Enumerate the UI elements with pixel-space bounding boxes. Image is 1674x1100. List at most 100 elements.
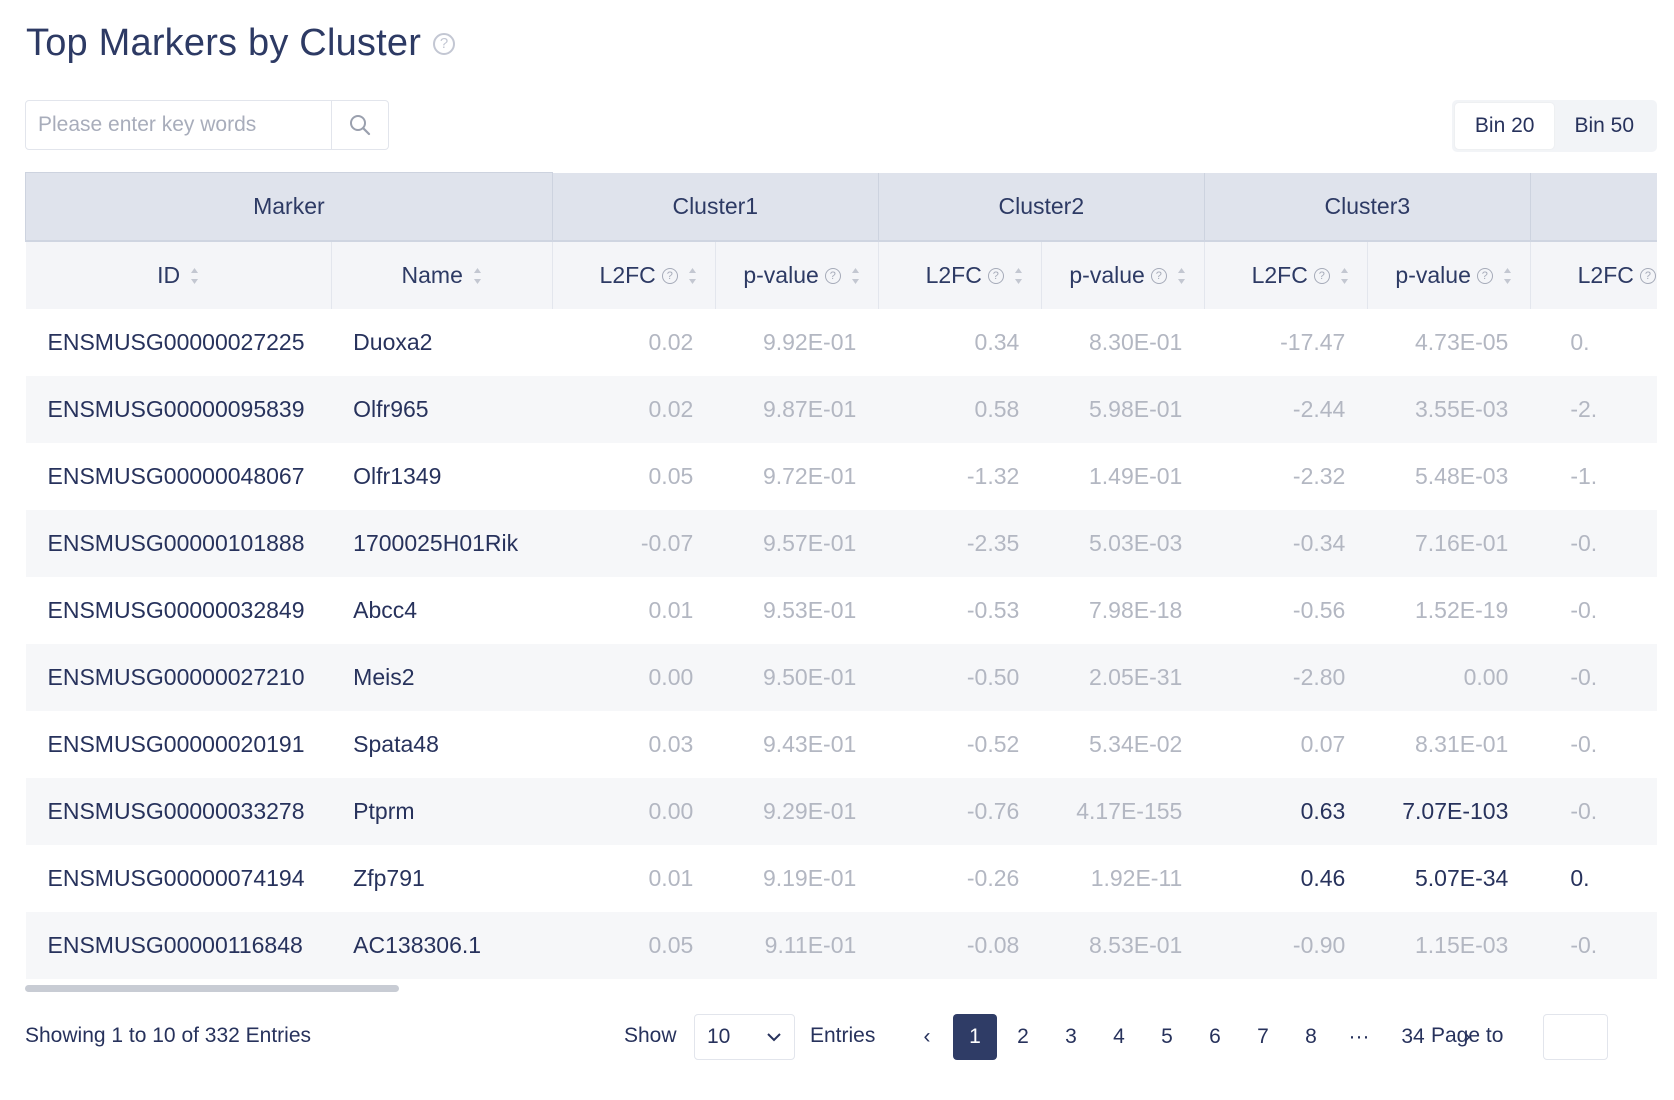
column-header-c2-pvalue[interactable]: p-value? bbox=[1041, 240, 1205, 309]
sort-icon[interactable] bbox=[688, 267, 697, 285]
markers-table-container: Marker Cluster1 Cluster2 Cluster3 ID Name… bbox=[25, 172, 1657, 992]
bin-20-button[interactable]: Bin 20 bbox=[1454, 103, 1555, 149]
page-button-1[interactable]: 1 bbox=[953, 1014, 997, 1060]
help-icon[interactable]: ? bbox=[1476, 268, 1493, 285]
cell-pvalue: 9.19E-01 bbox=[762, 864, 857, 891]
table-row[interactable]: ENSMUSG00000048067 Olfr1349 0.05 9.72E-01 -1… bbox=[26, 443, 1658, 510]
page-to-input[interactable] bbox=[1543, 1014, 1608, 1060]
cell-pvalue: 9.11E-01 bbox=[715, 911, 879, 979]
page-button-5[interactable]: 5 bbox=[1145, 1014, 1189, 1060]
cell-l2fc: 0.02 bbox=[552, 375, 716, 443]
cell-pvalue: 4.17E-155 bbox=[1041, 777, 1205, 845]
column-header-c2-l2fc[interactable]: L2FC? bbox=[878, 240, 1042, 309]
cell-l2fc: -2.35 bbox=[878, 509, 1042, 577]
cell-id: ENSMUSG00000032849 bbox=[47, 596, 305, 623]
help-icon[interactable]: ? bbox=[1639, 268, 1656, 285]
cell-pvalue: 4.73E-05 bbox=[1415, 328, 1509, 355]
cell-id: ENSMUSG00000033278 bbox=[25, 777, 332, 845]
cell-pvalue: 1.52E-19 bbox=[1415, 596, 1509, 623]
title-row: Top Markers by Cluster ? bbox=[26, 22, 456, 65]
pagination-ellipsis[interactable]: ··· bbox=[1337, 1014, 1381, 1060]
table-row[interactable]: ENSMUSG00000116848 AC138306.1 0.05 9.11E-01… bbox=[25, 911, 1657, 979]
table-row[interactable]: ENSMUSG00000074194 Zfp791 0.01 9.19E-01 -0.2… bbox=[26, 845, 1658, 912]
column-header-c1-pvalue[interactable]: p-value? bbox=[715, 240, 879, 309]
table-row[interactable]: ENSMUSG00000101888 1700025H01Rik -0.07 9.57… bbox=[25, 509, 1657, 577]
help-icon[interactable]: ? bbox=[661, 268, 678, 285]
cell-name: Abcc4 bbox=[353, 596, 418, 623]
cell-pvalue: 8.30E-01 bbox=[1088, 328, 1183, 355]
sort-icon[interactable] bbox=[1014, 267, 1023, 285]
cell-id: ENSMUSG00000095839 bbox=[25, 375, 332, 443]
cell-l2fc: -0. bbox=[1570, 730, 1598, 757]
table-row[interactable]: ENSMUSG00000027210 Meis2 0.00 9.50E-01 -0.50… bbox=[25, 643, 1657, 711]
cell-l2fc: 0.01 bbox=[648, 596, 694, 623]
horizontal-scrollbar[interactable] bbox=[25, 985, 399, 992]
bin-50-button[interactable]: Bin 50 bbox=[1554, 103, 1654, 149]
column-header-row: ID Name L2FC? p-value? L2FC? p-value? L2FC? p-v… bbox=[25, 240, 1657, 309]
search-button[interactable] bbox=[331, 101, 388, 149]
table-row[interactable]: ENSMUSG00000033278 Ptprm 0.00 9.29E-01 -0.76… bbox=[25, 777, 1657, 845]
sort-icon[interactable] bbox=[1340, 267, 1349, 285]
table-body: ENSMUSG00000027225 Duoxa2 0.02 9.92E-01 0.34… bbox=[25, 309, 1658, 979]
page-button-2[interactable]: 2 bbox=[1001, 1014, 1045, 1060]
cell-id: ENSMUSG00000101888 bbox=[25, 509, 332, 577]
column-header-c3-l2fc[interactable]: L2FC? bbox=[1204, 240, 1368, 309]
cell-id: ENSMUSG00000027210 bbox=[25, 643, 332, 711]
cell-l2fc: 0.05 bbox=[648, 462, 694, 489]
cell-l2fc: 0.58 bbox=[878, 375, 1042, 443]
entries-summary: Showing 1 to 10 of 332 Entries bbox=[25, 1024, 312, 1047]
cell-name: 1700025H01Rik bbox=[331, 509, 553, 577]
help-icon[interactable]: ? bbox=[987, 268, 1004, 285]
page-button-7[interactable]: 7 bbox=[1241, 1014, 1285, 1060]
cell-l2fc: -0.50 bbox=[878, 643, 1042, 711]
cell-l2fc: -17.47 bbox=[1280, 328, 1346, 355]
cell-pvalue: 7.98E-18 bbox=[1088, 596, 1183, 623]
cell-pvalue: 7.07E-103 bbox=[1367, 777, 1531, 845]
cell-l2fc: 0.02 bbox=[648, 328, 694, 355]
page-button-6[interactable]: 6 bbox=[1193, 1014, 1237, 1060]
cell-pvalue: 0.00 bbox=[1367, 643, 1531, 711]
page-button-3[interactable]: 3 bbox=[1049, 1014, 1093, 1060]
table-row[interactable]: ENSMUSG00000095839 Olfr965 0.02 9.87E-01 0.5… bbox=[25, 375, 1657, 443]
cell-id: ENSMUSG00000020191 bbox=[47, 730, 305, 757]
page-to-label: Page to bbox=[1431, 1024, 1504, 1047]
help-icon[interactable]: ? bbox=[1313, 268, 1330, 285]
page-button-4[interactable]: 4 bbox=[1097, 1014, 1141, 1060]
column-header-name[interactable]: Name bbox=[331, 240, 553, 309]
column-header-c3-l2fc-label: L2FC bbox=[1251, 261, 1308, 288]
column-header-c3-pvalue[interactable]: p-value? bbox=[1367, 240, 1531, 309]
sort-icon[interactable] bbox=[190, 267, 199, 285]
column-header-c2-pvalue-label: p-value bbox=[1069, 261, 1145, 288]
table-row[interactable]: ENSMUSG00000027225 Duoxa2 0.02 9.92E-01 0.34… bbox=[26, 309, 1658, 376]
sort-icon[interactable] bbox=[1503, 267, 1512, 285]
cell-pvalue: 9.57E-01 bbox=[715, 509, 879, 577]
help-icon[interactable]: ? bbox=[1150, 268, 1167, 285]
cell-pvalue: 1.15E-03 bbox=[1367, 911, 1531, 979]
cell-pvalue: 5.07E-34 bbox=[1415, 864, 1509, 891]
page-button-8[interactable]: 8 bbox=[1289, 1014, 1333, 1060]
cell-l2fc: -2.44 bbox=[1204, 375, 1368, 443]
page-size-select[interactable]: 10 bbox=[694, 1014, 795, 1060]
help-icon[interactable]: ? bbox=[824, 268, 841, 285]
cell-pvalue: 9.43E-01 bbox=[762, 730, 857, 757]
cell-l2fc: -1.32 bbox=[966, 462, 1020, 489]
cell-l2fc: -2. bbox=[1530, 375, 1657, 443]
table-row[interactable]: ENSMUSG00000020191 Spata48 0.03 9.43E-01 -0.… bbox=[26, 711, 1658, 778]
cell-pvalue: 5.34E-02 bbox=[1088, 730, 1183, 757]
prev-page-button[interactable]: ‹ bbox=[905, 1014, 949, 1060]
cell-pvalue: 1.49E-01 bbox=[1088, 462, 1183, 489]
group-header-cluster2: Cluster2 bbox=[878, 172, 1205, 242]
cell-l2fc: 0.00 bbox=[552, 643, 716, 711]
column-header-c4-l2fc[interactable]: L2FC? bbox=[1530, 240, 1657, 309]
sort-icon[interactable] bbox=[851, 267, 860, 285]
column-header-id[interactable]: ID bbox=[25, 240, 332, 309]
sort-icon[interactable] bbox=[473, 267, 482, 285]
cell-name: Meis2 bbox=[331, 643, 553, 711]
cell-l2fc: -2.32 bbox=[1292, 462, 1346, 489]
search-input[interactable] bbox=[26, 101, 331, 149]
column-header-c1-l2fc[interactable]: L2FC? bbox=[552, 240, 716, 309]
table-row[interactable]: ENSMUSG00000032849 Abcc4 0.01 9.53E-01 -0.53… bbox=[26, 577, 1658, 644]
help-icon[interactable]: ? bbox=[433, 32, 456, 55]
sort-icon[interactable] bbox=[1177, 267, 1186, 285]
search-box bbox=[25, 100, 389, 150]
